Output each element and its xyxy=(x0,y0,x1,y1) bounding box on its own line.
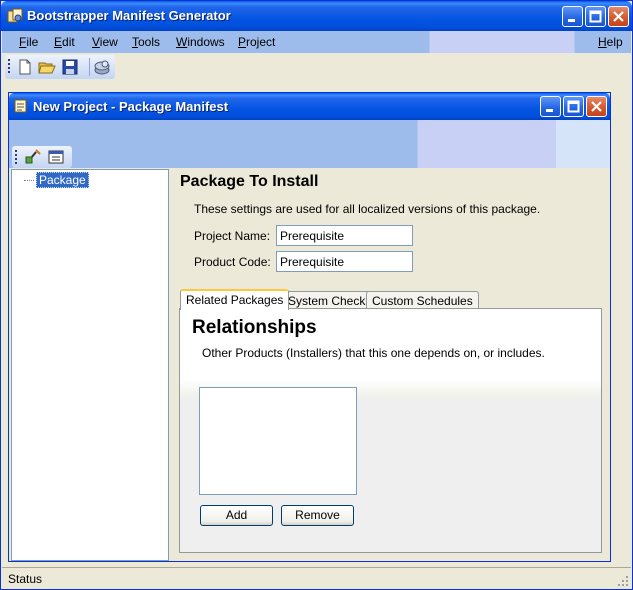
app-icon xyxy=(7,8,23,23)
related-packages-page: Relationships Other Products (Installers… xyxy=(179,308,602,553)
tree-connector xyxy=(24,180,34,181)
child-maximize-button[interactable] xyxy=(563,96,584,117)
menu-tools[interactable]: Tools xyxy=(132,35,160,49)
related-packages-list[interactable] xyxy=(199,387,357,495)
close-icon xyxy=(613,11,624,22)
tree-node-package[interactable]: Package xyxy=(36,172,89,188)
manifest-icon xyxy=(14,99,27,113)
menubar: File Edit View Tools Windows Project Hel… xyxy=(2,31,631,53)
child-header-band xyxy=(9,120,610,168)
child-close-button[interactable] xyxy=(586,96,607,117)
product-code-input[interactable] xyxy=(276,251,413,272)
add-button[interactable]: Add xyxy=(200,505,273,526)
project-name-label: Project Name: xyxy=(194,229,271,243)
package-manifest-window: New Project - Package Manifest Package P… xyxy=(8,92,611,562)
product-code-label: Product Code: xyxy=(194,255,271,269)
child-toolbar-grip[interactable] xyxy=(15,150,17,166)
build-icon[interactable] xyxy=(93,58,111,76)
toolbar-grip[interactable] xyxy=(8,59,10,75)
tab-custom-schedules[interactable]: Custom Schedules xyxy=(366,291,479,309)
open-folder-icon[interactable] xyxy=(38,58,56,76)
child-titlebar[interactable]: New Project - Package Manifest xyxy=(9,93,610,120)
menu-edit[interactable]: Edit xyxy=(54,35,75,49)
minimize-icon xyxy=(546,109,553,112)
maximize-button[interactable] xyxy=(585,6,606,27)
minimize-button[interactable] xyxy=(562,6,583,27)
remove-button[interactable]: Remove xyxy=(281,505,354,526)
maximize-icon xyxy=(567,100,580,113)
menu-file[interactable]: File xyxy=(19,35,38,49)
relationships-description: Other Products (Installers) that this on… xyxy=(202,346,545,360)
child-title: New Project - Package Manifest xyxy=(33,99,229,114)
menu-project[interactable]: Project xyxy=(238,35,275,49)
tab-system-checks[interactable]: System Checks xyxy=(282,291,378,309)
menu-help[interactable]: Help xyxy=(598,35,623,49)
panel-description: These settings are used for all localize… xyxy=(194,202,541,216)
status-bar: Status xyxy=(2,567,631,589)
properties-icon[interactable] xyxy=(47,148,65,166)
package-tree[interactable]: Package xyxy=(11,169,169,561)
child-toolbar xyxy=(12,146,72,168)
app-title: Bootstrapper Manifest Generator xyxy=(27,8,231,23)
package-settings-panel: Package To Install These settings are us… xyxy=(171,169,609,561)
project-name-input[interactable] xyxy=(276,225,413,246)
save-icon[interactable] xyxy=(61,58,79,76)
menu-windows[interactable]: Windows xyxy=(176,35,225,49)
close-icon xyxy=(591,101,602,112)
menu-view[interactable]: View xyxy=(92,35,118,49)
main-toolbar xyxy=(5,55,115,79)
main-window: Bootstrapper Manifest Generator File Edi… xyxy=(0,0,633,590)
tab-related-packages[interactable]: Related Packages xyxy=(180,289,290,310)
maximize-icon xyxy=(589,10,602,23)
minimize-icon xyxy=(568,19,575,22)
new-file-icon[interactable] xyxy=(16,58,34,76)
resize-grip-icon[interactable] xyxy=(617,575,629,587)
panel-title: Package To Install xyxy=(180,173,319,190)
main-titlebar[interactable]: Bootstrapper Manifest Generator xyxy=(1,1,632,31)
status-text: Status xyxy=(8,572,43,586)
add-item-icon[interactable] xyxy=(24,148,42,166)
child-minimize-button[interactable] xyxy=(540,96,561,117)
toolbar-separator xyxy=(89,58,90,76)
relationships-title: Relationships xyxy=(192,317,317,338)
close-button[interactable] xyxy=(608,6,629,27)
